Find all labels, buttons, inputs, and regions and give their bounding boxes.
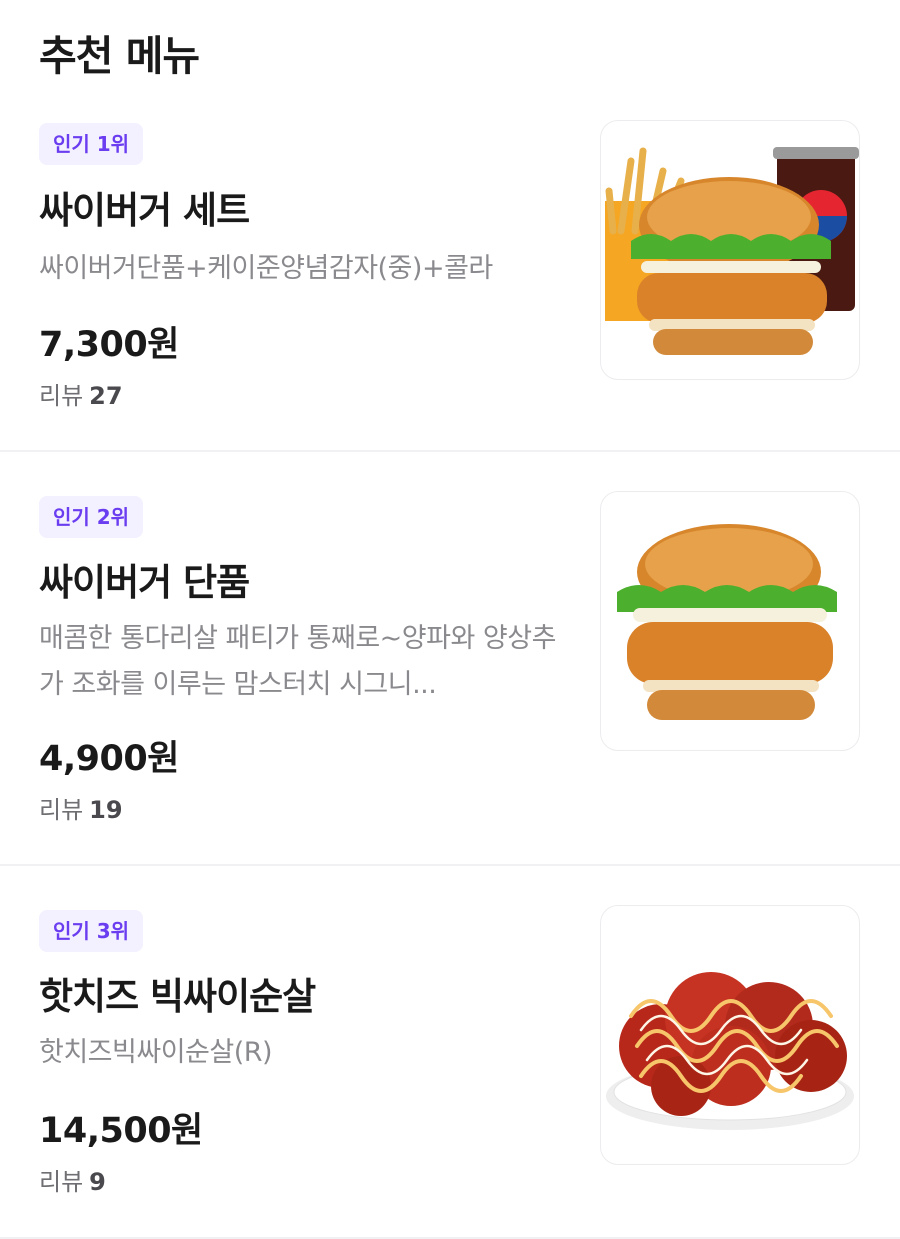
- menu-description: 싸이버거단품+케이준양념감자(중)+콜라: [39, 253, 493, 284]
- section-title: 추천 메뉴: [39, 32, 200, 80]
- review-number: 27: [89, 382, 123, 410]
- chicken-image[interactable]: [600, 905, 860, 1165]
- rank-badge: 인기 1위: [39, 123, 144, 165]
- review-label: 리뷰: [39, 796, 84, 824]
- rank-badge: 인기 3위: [39, 910, 144, 952]
- rank-badge: 인기 2위: [39, 496, 144, 538]
- menu-item-1[interactable]: 인기 1위 싸이버거 세트 싸이버거단품+케이준양념감자(중)+콜라 7,300…: [0, 118, 900, 452]
- menu-item-2[interactable]: 인기 2위 싸이버거 단품 매콤한 통다리살 패티가 통째로~양파와 양상추가 …: [0, 450, 900, 866]
- menu-description: 매콤한 통다리살 패티가 통째로~양파와 양상추가 조화를 이루는 맘스터치 시…: [39, 623, 556, 700]
- menu-price: 7,300원: [39, 325, 179, 365]
- review-label: 리뷰: [39, 1168, 84, 1196]
- burger-set-image[interactable]: [600, 120, 860, 380]
- menu-price: 14,500원: [39, 1111, 203, 1151]
- menu-name: 싸이버거 단품: [39, 561, 250, 604]
- review-count: 리뷰 27: [39, 376, 123, 411]
- menu-name: 싸이버거 세트: [39, 189, 250, 232]
- review-count: 리뷰 9: [39, 1162, 106, 1197]
- review-count: 리뷰 19: [39, 790, 123, 825]
- menu-item-3[interactable]: 인기 3위 핫치즈 빅싸이순살 핫치즈빅싸이순살(R) 14,500원 리뷰 9: [0, 864, 900, 1239]
- menu-description: 핫치즈빅싸이순살(R): [39, 1037, 273, 1068]
- menu-name: 핫치즈 빅싸이순살: [39, 975, 316, 1018]
- review-label: 리뷰: [39, 382, 84, 410]
- burger-image[interactable]: [600, 491, 860, 751]
- menu-price: 4,900원: [39, 739, 179, 779]
- review-number: 9: [89, 1168, 106, 1196]
- review-number: 19: [89, 796, 123, 824]
